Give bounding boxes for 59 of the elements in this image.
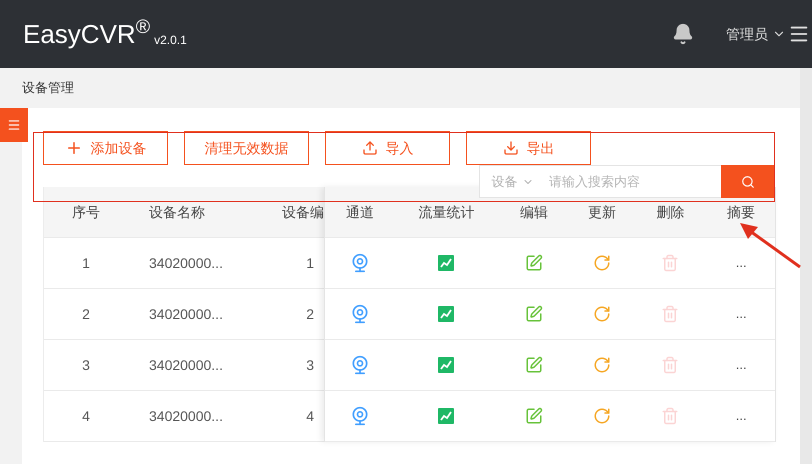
column-header: 序号: [71, 202, 101, 222]
search-icon: [741, 174, 755, 188]
summary-more[interactable]: ...: [736, 355, 747, 375]
column-header: 摘要: [726, 202, 756, 222]
column-header: 流量统计: [417, 202, 476, 222]
logo-text: EasyCVR$^{®}$: [23, 14, 150, 50]
table-cell-text: 34020000...: [148, 356, 224, 374]
webcam-icon[interactable]: [350, 355, 370, 375]
table-cell-text: 4: [305, 406, 315, 426]
chart-icon[interactable]: [438, 408, 454, 424]
column-header: 设备名称: [148, 202, 206, 222]
column-header: 设备编: [281, 202, 324, 222]
table-cell-text: 3: [81, 356, 91, 374]
toolbar-button[interactable]: 清理无效数据: [184, 131, 309, 165]
column-header: 通道: [344, 202, 375, 222]
table-cell-text: 2: [305, 304, 315, 324]
refresh-icon[interactable]: [592, 305, 611, 323]
table-cell-text: 3: [305, 356, 315, 374]
table-cell-text: 34020000...: [148, 254, 224, 272]
webcam-icon[interactable]: [350, 253, 370, 273]
webcam-icon[interactable]: [350, 406, 370, 426]
edit-icon[interactable]: [525, 356, 544, 374]
toolbar-button[interactable]: 导出: [466, 131, 591, 165]
table-cell-text: 4: [81, 406, 91, 426]
search-bar[interactable]: 设备 请输入搜索内容: [479, 165, 775, 198]
table-cell-text: 34020000...: [148, 304, 224, 324]
toolbar-button[interactable]: 导入: [325, 131, 450, 165]
refresh-icon[interactable]: [592, 407, 611, 425]
search-button[interactable]: [721, 165, 775, 198]
column-header: 删除: [655, 202, 686, 222]
edit-icon[interactable]: [525, 305, 544, 323]
chart-icon[interactable]: [438, 357, 454, 373]
summary-more[interactable]: ...: [736, 304, 747, 324]
table-cell-text: 1: [305, 254, 315, 272]
table-cell-text: 2: [81, 304, 91, 324]
summary-more[interactable]: ...: [736, 253, 747, 273]
chart-icon[interactable]: [438, 306, 454, 322]
webcam-icon[interactable]: [350, 304, 370, 324]
column-header: 编辑: [519, 202, 550, 222]
bell-icon[interactable]: [672, 23, 694, 45]
breadcrumb: 设备管理: [22, 79, 74, 98]
search-field[interactable]: 请输入搜索内容: [545, 165, 721, 198]
refresh-icon[interactable]: [592, 356, 611, 374]
edit-icon[interactable]: [525, 407, 544, 425]
toolbar-button[interactable]: 添加设备: [43, 131, 168, 165]
version-text: v2.0.1: [154, 32, 187, 49]
download-icon: [502, 140, 518, 156]
summary-more[interactable]: ...: [736, 406, 747, 426]
chart-icon[interactable]: [438, 255, 454, 271]
refresh-icon[interactable]: [592, 254, 611, 272]
user-menu[interactable]: 管理员: [726, 24, 786, 44]
edit-icon[interactable]: [525, 254, 544, 272]
annotation-arrow: [738, 221, 802, 269]
table-cell-text: 34020000...: [148, 406, 224, 426]
column-header: 更新: [586, 202, 617, 222]
menu-icon: [7, 118, 21, 132]
upload-icon: [362, 140, 378, 156]
table-cell-text: 1: [81, 254, 91, 272]
sidebar-toggle[interactable]: [0, 108, 28, 142]
